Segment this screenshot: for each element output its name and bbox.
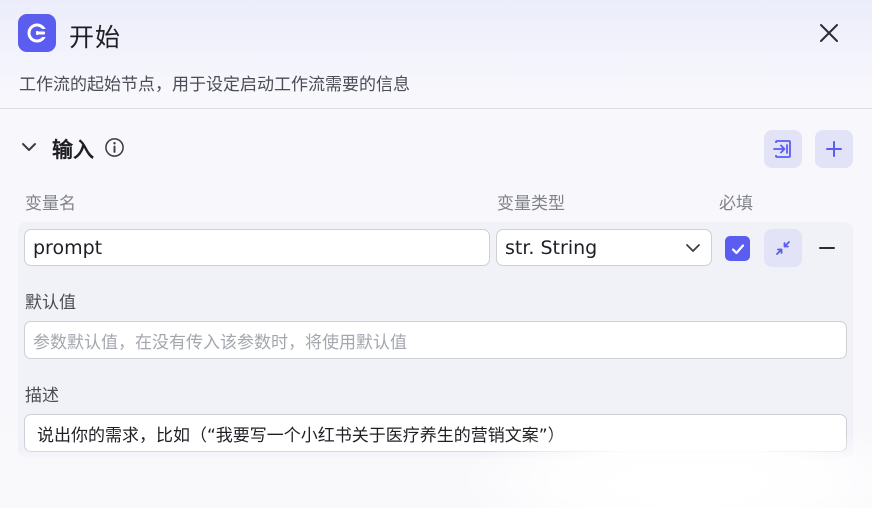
close-icon: [820, 24, 838, 42]
import-variables-button[interactable]: [764, 130, 802, 168]
import-icon: [773, 140, 791, 158]
column-header-type: 变量类型: [497, 194, 565, 214]
info-icon[interactable]: [104, 137, 125, 158]
minus-icon: [819, 247, 835, 249]
page-subtitle: 工作流的起始节点，用于设定启动工作流需要的信息: [19, 75, 410, 95]
remove-variable-button[interactable]: [816, 237, 838, 259]
chevron-down-icon: [686, 244, 700, 252]
add-variable-button[interactable]: [815, 130, 853, 168]
section-toggle-button[interactable]: [20, 138, 38, 156]
check-icon: [731, 243, 744, 254]
column-header-required: 必填: [719, 194, 753, 214]
collapse-arrows-icon: [776, 241, 790, 255]
variable-type-value: str. String: [505, 236, 598, 259]
description-input[interactable]: 说出你的需求，比如（“我要写一个小红书关于医疗养生的营销文案”）: [24, 414, 847, 452]
default-value-input[interactable]: 参数默认值，在没有传入该参数时，将使用默认值: [24, 321, 847, 359]
section-title-inputs: 输入: [52, 138, 94, 162]
page-title: 开始: [69, 23, 122, 52]
start-node-panel: 开始 工作流的起始节点，用于设定启动工作流需要的信息 输入 变量名 变量类型 必…: [0, 0, 872, 508]
collapse-variable-button[interactable]: [764, 229, 802, 267]
variable-type-select[interactable]: str. String: [496, 229, 712, 266]
column-header-name: 变量名: [25, 194, 76, 214]
variable-name-input[interactable]: prompt: [24, 229, 490, 266]
plus-icon: [826, 141, 842, 157]
close-button[interactable]: [814, 18, 844, 48]
divider: [0, 108, 872, 109]
description-label: 描述: [25, 386, 59, 406]
required-checkbox[interactable]: [725, 236, 750, 261]
default-value-label: 默认值: [25, 293, 76, 313]
chevron-down-icon: [22, 143, 36, 151]
panel-bottom-area: [18, 450, 872, 508]
workflow-start-icon: [18, 14, 56, 52]
